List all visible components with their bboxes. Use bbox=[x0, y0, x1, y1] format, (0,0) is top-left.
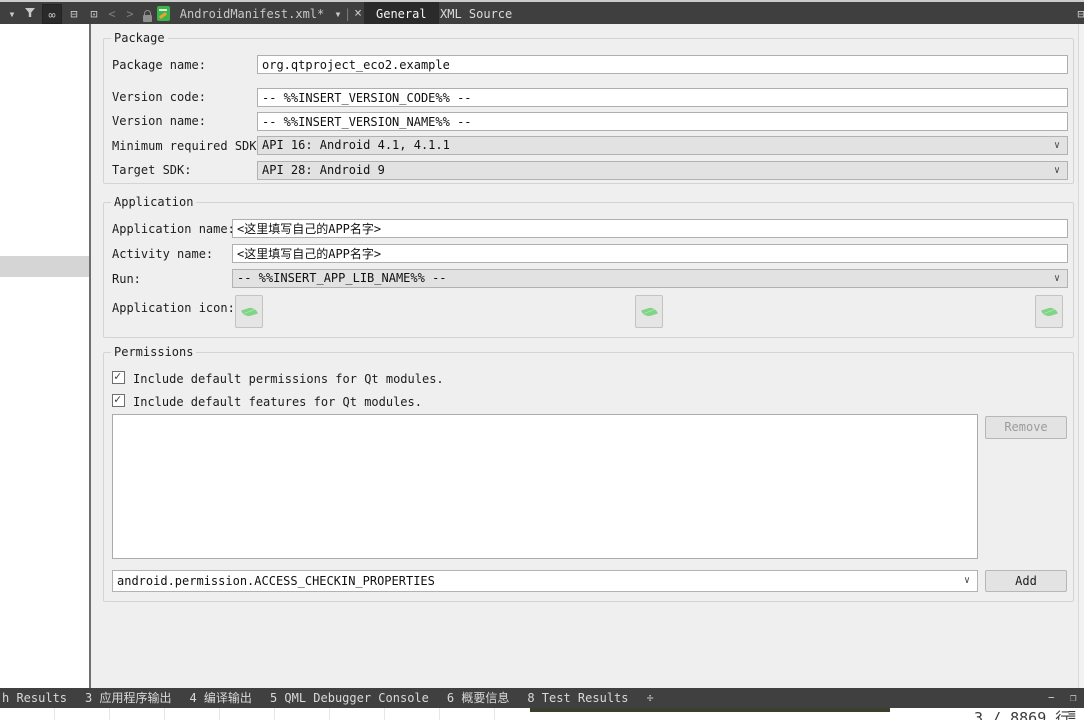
permissions-list[interactable] bbox=[112, 414, 978, 559]
application-group-title: Application bbox=[111, 195, 196, 209]
lock-icon bbox=[140, 4, 154, 24]
application-name-input[interactable] bbox=[232, 219, 1068, 238]
sidebar-selected-row[interactable] bbox=[0, 256, 89, 277]
output-panes-bar: h Results 3 应用程序输出 4 编译输出 5 QML Debugger… bbox=[0, 688, 1084, 708]
permission-combo-value: android.permission.ACCESS_CHECKIN_PROPER… bbox=[117, 574, 435, 588]
filter-icon[interactable] bbox=[22, 4, 38, 24]
run-value: -- %%INSERT_APP_LIB_NAME%% -- bbox=[237, 271, 447, 285]
toolbar-separator: | bbox=[344, 4, 350, 24]
vertical-scrollbar[interactable] bbox=[1078, 24, 1084, 688]
default-permissions-label: Include default permissions for Qt modul… bbox=[133, 372, 444, 386]
chevron-down-icon: ∨ bbox=[1054, 162, 1060, 179]
go-back-icon[interactable]: < bbox=[106, 4, 118, 24]
activity-name-label: Activity name: bbox=[112, 247, 213, 261]
package-group-title: Package bbox=[111, 31, 168, 45]
version-code-input[interactable] bbox=[257, 88, 1068, 107]
output-pane-summary-info[interactable]: 6 概要信息 bbox=[447, 688, 509, 708]
default-permissions-checkbox[interactable]: ✓ bbox=[112, 371, 125, 384]
chevron-down-icon: ∨ bbox=[1054, 270, 1060, 287]
link-with-editor-icon[interactable]: ∞ bbox=[42, 4, 62, 24]
default-features-checkbox[interactable]: ✓ bbox=[112, 394, 125, 407]
application-icon-label: Application icon: bbox=[112, 301, 235, 315]
default-features-label: Include default features for Qt modules. bbox=[133, 395, 422, 409]
open-in-window-icon[interactable]: ⊡ bbox=[86, 4, 102, 24]
target-sdk-label: Target SDK: bbox=[112, 163, 191, 177]
side-panel bbox=[0, 24, 91, 688]
pane-toggle-icon[interactable]: ÷ bbox=[647, 691, 654, 705]
line-indicator: 3 / 8869 行 bbox=[974, 707, 1070, 720]
application-name-label: Application name: bbox=[112, 222, 235, 236]
version-name-input[interactable] bbox=[257, 112, 1068, 131]
sidebar-mode-caret-icon[interactable]: ▾ bbox=[6, 4, 18, 24]
leaf-icon bbox=[641, 306, 658, 318]
package-name-label: Package name: bbox=[112, 58, 206, 72]
close-document-icon[interactable]: × bbox=[352, 4, 364, 24]
right-split-icon[interactable]: ⊟ bbox=[1074, 4, 1084, 24]
min-sdk-combo[interactable]: API 16: Android 4.1, 4.1.1 ∨ bbox=[257, 136, 1068, 155]
document-dropdown-icon[interactable]: ▾ bbox=[332, 4, 344, 24]
bottom-strip: 3 / 8869 行 ≣ bbox=[0, 708, 1084, 720]
output-pane-application-output[interactable]: 3 应用程序输出 bbox=[85, 688, 171, 708]
leaf-icon bbox=[1041, 306, 1058, 318]
permissions-group-title: Permissions bbox=[111, 345, 196, 359]
strip-column-lines bbox=[0, 708, 530, 720]
version-name-label: Version name: bbox=[112, 114, 206, 128]
remove-permission-button[interactable]: Remove bbox=[985, 416, 1067, 439]
output-pane-compile-output[interactable]: 4 编译输出 bbox=[189, 688, 251, 708]
min-sdk-label: Minimum required SDK: bbox=[112, 139, 264, 153]
output-pane-qml-debugger-console[interactable]: 5 QML Debugger Console bbox=[270, 688, 429, 708]
min-sdk-value: API 16: Android 4.1, 4.1.1 bbox=[262, 138, 450, 152]
editor-toolbar: ▾ ∞ ⊟ ⊡ < > AndroidManifest.xml* ▾ | × G… bbox=[0, 0, 1084, 24]
app-icon-button-high-dpi[interactable] bbox=[1035, 295, 1063, 328]
chevron-down-icon: ∨ bbox=[1054, 137, 1060, 154]
strip-dark-band bbox=[530, 708, 890, 712]
tab-xml-source[interactable]: XML Source bbox=[428, 2, 524, 26]
permission-combo[interactable]: android.permission.ACCESS_CHECKIN_PROPER… bbox=[112, 570, 978, 592]
version-code-label: Version code: bbox=[112, 90, 206, 104]
run-combo[interactable]: -- %%INSERT_APP_LIB_NAME%% -- ∨ bbox=[232, 269, 1068, 288]
list-icon: ≣ bbox=[1068, 708, 1076, 720]
leaf-icon bbox=[241, 306, 258, 318]
minimize-pane-icon[interactable]: − bbox=[1048, 688, 1055, 708]
check-icon: ✓ bbox=[114, 369, 121, 383]
chevron-down-icon: ∨ bbox=[964, 571, 970, 591]
funnel-glyph bbox=[25, 8, 35, 18]
target-sdk-combo[interactable]: API 28: Android 9 ∨ bbox=[257, 161, 1068, 180]
run-label: Run: bbox=[112, 272, 141, 286]
output-pane-search-results[interactable]: h Results bbox=[2, 688, 67, 708]
activity-name-input[interactable] bbox=[232, 244, 1068, 263]
output-pane-test-results[interactable]: 8 Test Results bbox=[527, 688, 628, 708]
target-sdk-value: API 28: Android 9 bbox=[262, 163, 385, 177]
app-icon-button-medium-dpi[interactable] bbox=[635, 295, 663, 328]
app-icon-button-low-dpi[interactable] bbox=[235, 295, 263, 328]
check-icon: ✓ bbox=[114, 392, 121, 406]
go-forward-icon[interactable]: > bbox=[124, 4, 136, 24]
package-name-input[interactable] bbox=[257, 55, 1068, 74]
add-permission-button[interactable]: Add bbox=[985, 570, 1067, 592]
window-pane-icon[interactable]: ❐ bbox=[1070, 688, 1077, 708]
manifest-file-icon bbox=[156, 4, 170, 24]
open-document-title[interactable]: AndroidManifest.xml* bbox=[172, 4, 332, 24]
split-editor-icon[interactable]: ⊟ bbox=[66, 4, 82, 24]
